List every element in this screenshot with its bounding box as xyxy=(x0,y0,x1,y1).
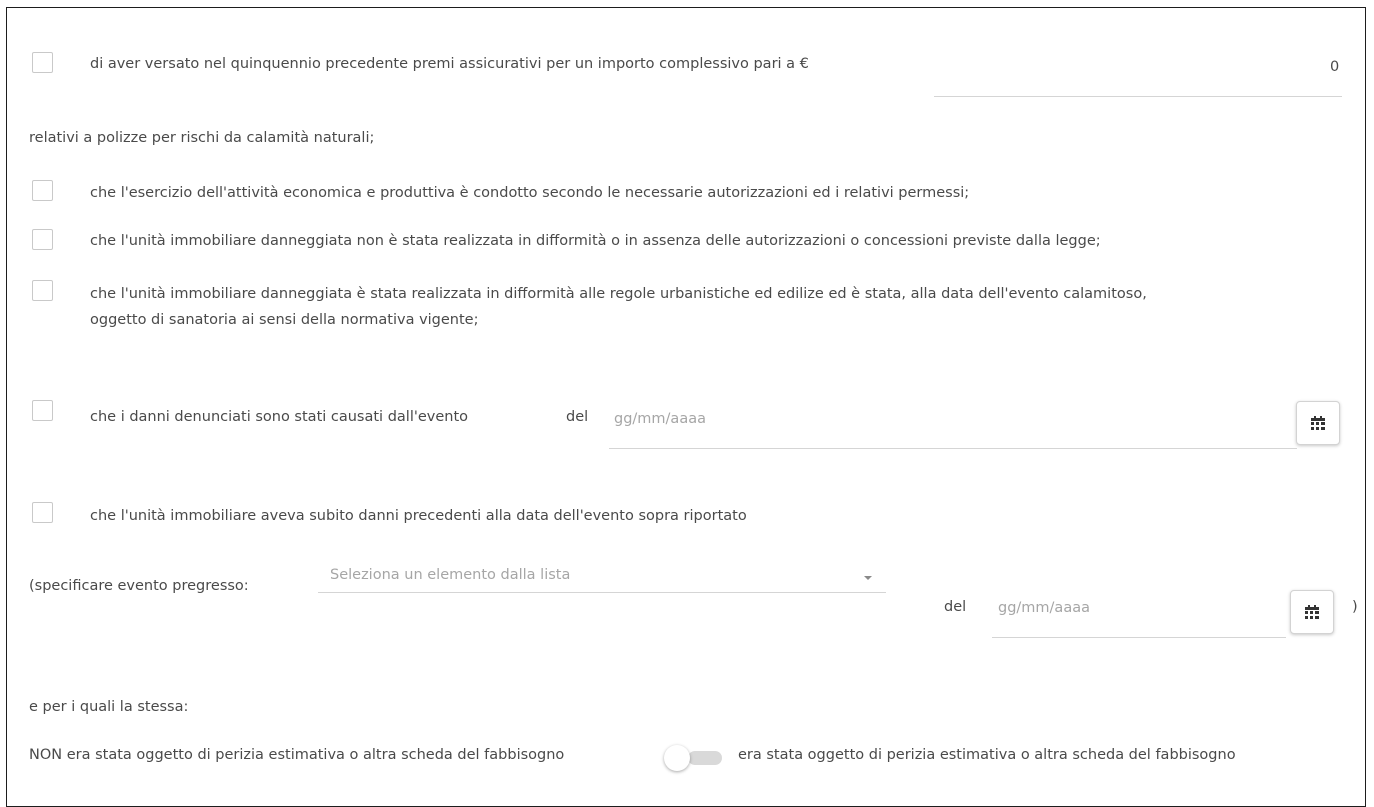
sanatoria-checkbox[interactable] xyxy=(32,280,53,301)
conformita-checkbox[interactable] xyxy=(32,229,53,250)
premi-continuation: relativi a polizze per rischi da calamit… xyxy=(29,130,375,146)
sanatoria-label-line1: che l'unità immobiliare danneggiata è st… xyxy=(90,286,1147,302)
premi-amount-input[interactable] xyxy=(934,96,1342,97)
evento-pregresso-date-underline xyxy=(992,637,1286,638)
caret-down-icon[interactable] xyxy=(864,576,872,580)
evento-pregresso-label: (specificare evento pregresso: xyxy=(29,578,249,594)
calendar-icon xyxy=(1311,416,1325,430)
autorizzazioni-checkbox[interactable] xyxy=(32,180,53,201)
evento-pregresso-select[interactable]: Seleziona un elemento dalla lista xyxy=(330,565,570,585)
autorizzazioni-label: che l'esercizio dell'attività economica … xyxy=(90,185,970,201)
evento-pregresso-select-underline xyxy=(318,592,886,593)
danni-precedenti-checkbox[interactable] xyxy=(32,502,53,523)
evento-pregresso-date-input[interactable]: gg/mm/aaaa xyxy=(998,598,1090,618)
premi-label: di aver versato nel quinquennio preceden… xyxy=(90,56,809,72)
perizia-toggle-knob[interactable] xyxy=(664,745,690,771)
evento-pregresso-del-label: del xyxy=(944,599,967,615)
premi-checkbox[interactable] xyxy=(32,52,53,73)
calendar-icon xyxy=(1305,605,1319,619)
conformita-label: che l'unità immobiliare danneggiata non … xyxy=(90,233,1101,249)
perizia-toggle[interactable] xyxy=(688,751,722,765)
evento-pregresso-calendar-button[interactable] xyxy=(1290,590,1334,634)
perizia-right-label: era stata oggetto di perizia estimativa … xyxy=(738,747,1236,763)
danni-evento-label: che i danni denunciati sono stati causat… xyxy=(90,409,468,425)
evento-pregresso-close-paren: ) xyxy=(1352,599,1358,615)
danni-evento-calendar-button[interactable] xyxy=(1296,401,1340,445)
danni-evento-checkbox[interactable] xyxy=(32,400,53,421)
stessa-label: e per i quali la stessa: xyxy=(29,699,189,715)
sanatoria-label-line2: oggetto di sanatoria ai sensi della norm… xyxy=(90,312,479,328)
danni-evento-date-input[interactable]: gg/mm/aaaa xyxy=(614,409,706,429)
danni-precedenti-label: che l'unità immobiliare aveva subito dan… xyxy=(90,508,747,524)
danni-evento-date-underline xyxy=(609,448,1297,449)
premi-amount-value: 0 xyxy=(1330,59,1340,75)
perizia-left-label: NON era stata oggetto di perizia estimat… xyxy=(29,747,565,763)
danni-evento-del-label: del xyxy=(566,409,589,425)
